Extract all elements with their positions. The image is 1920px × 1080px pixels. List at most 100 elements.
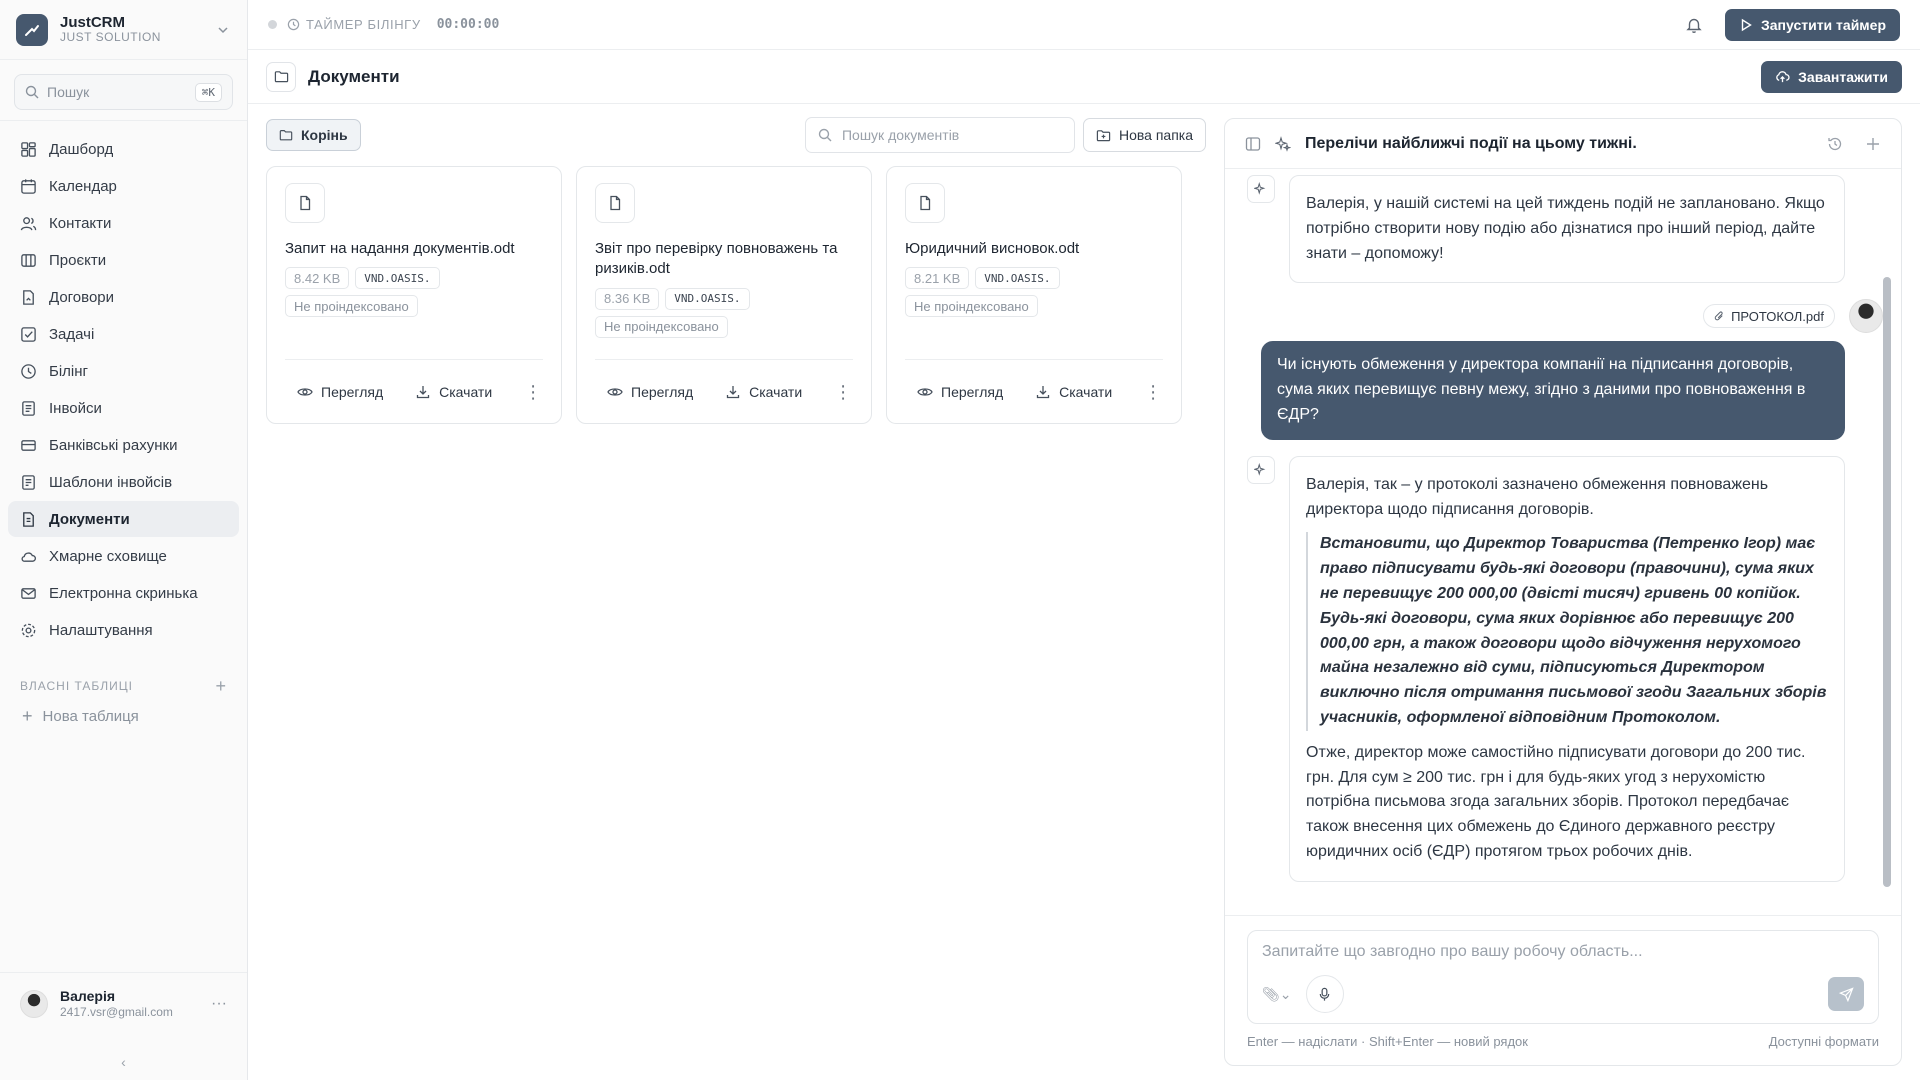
search-icon [25,85,39,99]
user-avatar [1849,299,1883,334]
index-status-badge: Не проіндексовано [285,295,418,318]
microphone-button[interactable] [1305,975,1344,1013]
sidebar-item-mailbox[interactable]: Електронна скринька [8,575,239,611]
timer-value: 00:00:00 [436,17,500,32]
document-search-input[interactable]: Пошук документів [804,117,1075,153]
collapse-sidebar-icon[interactable]: ‹ [0,1054,247,1070]
dashboard-icon [21,141,36,157]
file-type-badge: VND.OASIS. [355,267,440,290]
attach-file-icon[interactable]: 📎︎⌄ [1262,986,1292,1003]
brand-logo-icon [16,13,48,46]
view-button[interactable]: Перегляд [297,384,383,400]
document-icon [23,511,34,527]
assistant-bubble: Валерія, у нашій системі на цей тиждень … [1289,175,1845,284]
root-folder-label: Корінь [301,127,348,143]
file-type-badge: VND.OASIS. [665,287,750,310]
add-table-icon[interactable]: + [215,676,227,697]
download-button[interactable]: Скачати [725,384,802,400]
more-vertical-icon[interactable]: ⋮ [524,383,542,401]
contract-icon [23,289,34,305]
sidebar-item-calendar[interactable]: Календар [8,168,239,204]
new-folder-button[interactable]: Нова папка [1082,118,1206,152]
sidebar-item-invoices[interactable]: Інвойси [8,390,239,426]
sidebar-item-contracts[interactable]: Договори [8,279,239,315]
bell-icon[interactable] [1685,16,1703,34]
sidebar-item-cloud-storage[interactable]: Хмарне сховище [8,538,239,574]
download-button[interactable]: Скачати [415,384,492,400]
view-button[interactable]: Перегляд [917,384,1003,400]
more-vertical-icon[interactable]: ⋮ [834,383,852,401]
reply-outro: Отже, директор може самостійно підписува… [1306,743,1806,860]
folder-icon [266,61,296,92]
sidebar-item-tasks[interactable]: Задачі [8,316,239,352]
send-button[interactable] [1828,977,1864,1011]
more-vertical-icon[interactable]: ⋮ [1144,383,1162,401]
sidebar-item-documents[interactable]: Документи [8,501,239,537]
folder-icon [279,130,293,141]
sidebar-item-bank-accounts[interactable]: Банківські рахунки [8,427,239,463]
section-title: ВЛАСНІ ТАБЛИЦІ [20,679,134,693]
file-icon [285,183,325,223]
workspace-switcher[interactable]: JustCRM JUST SOLUTION [0,0,247,60]
users-icon [20,216,37,230]
sidebar-item-projects[interactable]: Проєкти [8,242,239,278]
history-icon[interactable] [1827,136,1843,152]
new-table-button[interactable]: + Нова таблиця [0,699,247,733]
upload-label: Завантажити [1798,68,1888,85]
file-icon [905,183,945,223]
reply-quote: Встановити, що Директор Товариства (Петр… [1306,532,1828,731]
chevron-down-icon [218,26,228,33]
sidebar-item-settings[interactable]: Налаштування [8,612,239,648]
user-profile[interactable]: Валерія 2417.vsr@gmail.com ··· [0,972,247,1034]
timer-status-dot [268,20,277,29]
new-chat-icon[interactable] [1865,136,1881,152]
microphone-icon [1319,987,1330,1001]
sidebar-item-invoice-templates[interactable]: Шаблони інвойсів [8,464,239,500]
available-formats-link[interactable]: Доступні формати [1769,1034,1879,1049]
attachment-chip[interactable]: ПРОТОКОЛ.pdf [1703,304,1835,329]
attachment-name: ПРОТОКОЛ.pdf [1731,308,1824,324]
download-label: Скачати [1059,383,1113,400]
chat-input[interactable]: Запитайте що завгодно про вашу робочу об… [1247,930,1879,1024]
avatar [20,989,48,1018]
keyboard-hint: Enter — надіслати · Shift+Enter — новий … [1247,1034,1528,1049]
documents-toolbar: Корінь Пошук документів Нова папка [266,117,1206,153]
eye-icon [917,387,933,396]
download-button[interactable]: Скачати [1035,384,1112,400]
folder-plus-icon [1096,129,1111,141]
paperclip-icon [1714,311,1723,321]
user-bubble: Чи існують обмеження у директора компані… [1261,341,1845,440]
sidebar-item-dashboard[interactable]: Дашборд [8,131,239,167]
chat-scrollbar[interactable] [1883,277,1891,887]
template-icon [22,474,35,490]
sidebar-search[interactable]: Пошук ⌘K [14,74,233,110]
sidebar-search-placeholder: Пошук [47,84,90,100]
documents-panel: Корінь Пошук документів Нова папка Запит… [266,117,1206,1066]
page-header: Документи Завантажити [248,50,1920,104]
sidebar-item-billing[interactable]: Білінг [8,353,239,389]
start-timer-button[interactable]: Запустити таймер [1725,8,1900,41]
upload-button[interactable]: Завантажити [1761,60,1902,93]
document-card[interactable]: Юридичний висновок.odt 8.21 KB VND.OASIS.… [886,166,1182,424]
send-icon [1838,986,1854,1002]
index-status-badge: Не проіндексовано [905,295,1038,318]
chat-title: Перелічи найближчі події на цьому тижні. [1305,134,1637,152]
view-button[interactable]: Перегляд [607,384,693,400]
root-folder-button[interactable]: Корінь [266,119,361,151]
document-card[interactable]: Звіт про перевірку повноважень та ризикі… [576,166,872,424]
file-size-badge: 8.36 KB [595,287,660,310]
document-card[interactable]: Запит на надання документів.odt 8.42 KB V… [266,166,562,424]
sidebar-item-label: Задачі [49,325,95,343]
sidebar-item-label: Проєкти [49,251,107,269]
sidebar-item-contacts[interactable]: Контакти [8,205,239,241]
sidebar-item-label: Інвойси [49,399,102,417]
more-icon[interactable]: ··· [211,995,227,1013]
sidebar-nav: Дашборд Календар Контакти Проєкти Догово… [0,131,247,649]
settings-icon [21,623,36,637]
panel-toggle-icon[interactable] [1245,136,1261,152]
download-label: Скачати [439,383,493,400]
reply-intro: Валерія, так – у протоколі зазначено обм… [1306,475,1769,518]
timer-label-group: ТАЙМЕР БІЛІНГУ [287,17,421,32]
sidebar-item-label: Білінг [49,362,89,380]
document-search-placeholder: Пошук документів [841,127,960,143]
